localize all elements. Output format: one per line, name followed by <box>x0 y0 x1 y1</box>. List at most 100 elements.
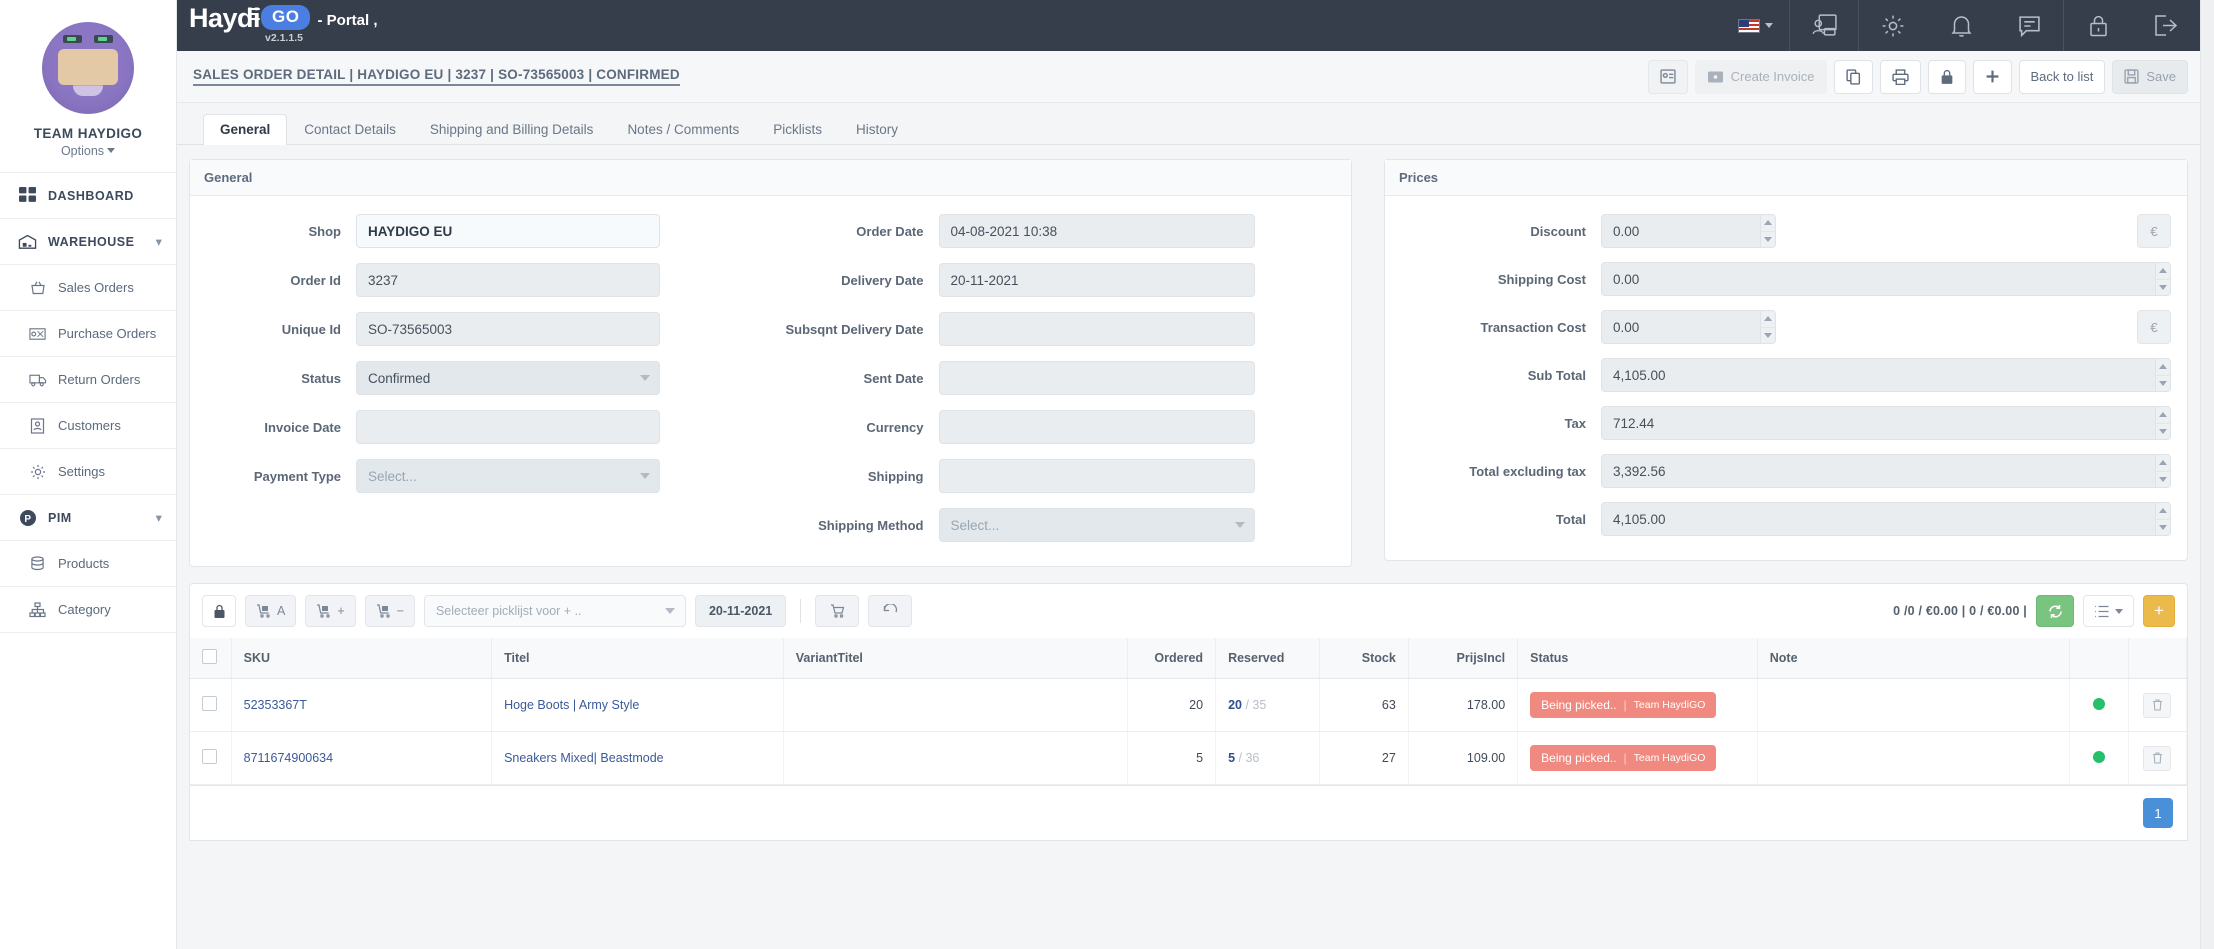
cart-button[interactable] <box>815 595 860 627</box>
lock-button[interactable] <box>1927 59 1966 94</box>
add-line-button[interactable]: + <box>2143 595 2175 627</box>
stepper[interactable] <box>1760 215 1775 247</box>
status-select[interactable] <box>356 361 660 395</box>
sidebar-item-warehouse[interactable]: WAREHOUSE ▾ <box>0 219 176 265</box>
table-row[interactable]: 8711674900634 Sneakers Mixed| Beastmode … <box>190 731 2188 785</box>
col-stock: Stock <box>1319 638 1409 679</box>
status-dot <box>2092 750 2105 763</box>
profile-name: TEAM HAYDIGO <box>33 126 143 141</box>
field-order-date: Order Date <box>771 214 1336 248</box>
price-row-total: Total <box>1401 502 2171 536</box>
select-all-checkbox[interactable] <box>202 649 217 664</box>
tab-shipping-billing-details[interactable]: Shipping and Billing Details <box>413 114 611 145</box>
row-checkbox[interactable] <box>202 696 217 711</box>
stepper[interactable] <box>2155 503 2170 535</box>
save-button[interactable]: Save <box>2112 59 2188 94</box>
shipping-cost-input[interactable] <box>1601 262 2171 296</box>
shop-input[interactable] <box>356 214 660 248</box>
stepper[interactable] <box>1760 311 1775 343</box>
payment-type-select[interactable] <box>356 459 660 493</box>
view-options-button[interactable] <box>2083 595 2134 627</box>
transaction-cost-input[interactable] <box>1601 310 1776 344</box>
print-button[interactable] <box>1879 59 1921 94</box>
tab-notes-comments[interactable]: Notes / Comments <box>610 114 756 145</box>
tab-picklists[interactable]: Picklists <box>756 114 839 145</box>
field-sent-date: Sent Date <box>771 361 1336 395</box>
sidebar-item-dashboard[interactable]: DASHBOARD <box>0 173 176 219</box>
delivery-date-input[interactable] <box>938 263 1255 297</box>
lock-button[interactable] <box>2064 0 2132 51</box>
total-input[interactable] <box>1601 502 2171 536</box>
unique-id-input[interactable] <box>356 312 660 346</box>
messages-button[interactable] <box>1995 0 2063 51</box>
invoice-date-input[interactable] <box>356 410 660 444</box>
sidebar-item-settings[interactable]: Settings <box>0 449 176 495</box>
field-invoice-date: Invoice Date <box>206 410 771 444</box>
table-row[interactable]: 52353367T Hoge Boots | Army Style 20 20 … <box>190 678 2188 732</box>
stepper[interactable] <box>2155 407 2170 439</box>
settings-button[interactable] <box>1859 0 1927 51</box>
row-select-cell <box>190 731 232 785</box>
avatar <box>42 22 134 114</box>
stepper[interactable] <box>2155 263 2170 295</box>
total-excluding-tax-input[interactable] <box>1601 454 2171 488</box>
shipping-input[interactable] <box>938 459 1255 493</box>
sidebar-item-return-orders[interactable]: Return Orders <box>0 357 176 403</box>
sidebar-item-category[interactable]: Category <box>0 587 176 633</box>
sidebar-item-products[interactable]: Products <box>0 541 176 587</box>
delete-row-button[interactable] <box>2143 692 2172 718</box>
copy-button[interactable] <box>1833 59 1873 94</box>
picklist-all-button[interactable]: A <box>245 595 297 627</box>
currency-symbol: € <box>2137 310 2171 344</box>
discount-input[interactable] <box>1601 214 1776 248</box>
notifications-button[interactable] <box>1927 0 1995 51</box>
user-card-button[interactable] <box>1790 0 1858 51</box>
create-invoice-button[interactable]: Create Invoice <box>1694 59 1827 94</box>
field-currency: Currency <box>771 410 1336 444</box>
row-checkbox[interactable] <box>202 749 217 764</box>
tab-general[interactable]: General <box>203 114 288 145</box>
tab-contact-details[interactable]: Contact Details <box>287 114 413 145</box>
order-id-input[interactable] <box>356 263 660 297</box>
picklist-select[interactable]: Selecteer picklijst voor + .. <box>423 595 686 627</box>
delete-row-button[interactable] <box>2143 745 2172 771</box>
tab-history[interactable]: History <box>839 114 915 145</box>
sent-date-input[interactable] <box>938 361 1255 395</box>
cell-stock: 63 <box>1319 678 1409 732</box>
cell-titel[interactable]: Sneakers Mixed| Beastmode <box>491 731 784 785</box>
cell-note[interactable] <box>1757 731 2071 785</box>
save-label: Save <box>2146 69 2176 84</box>
tax-input[interactable] <box>1601 406 2171 440</box>
cell-sku[interactable]: 52353367T <box>231 678 493 732</box>
cell-sku[interactable]: 8711674900634 <box>231 731 493 785</box>
order-date-input[interactable] <box>938 214 1255 248</box>
undo-button[interactable] <box>868 595 913 627</box>
sidebar-item-sales-orders[interactable]: Sales Orders <box>0 265 176 311</box>
sub-total-input[interactable] <box>1601 358 2171 392</box>
language-selector[interactable] <box>1721 0 1789 51</box>
profile-options-button[interactable]: Options <box>0 144 176 158</box>
stepper[interactable] <box>2155 359 2170 391</box>
picklist-add-button[interactable]: + <box>305 595 356 627</box>
picklist-date[interactable]: 20-11-2021 <box>694 595 787 627</box>
add-button[interactable] <box>1972 59 2012 94</box>
sidebar-item-purchase-orders[interactable]: Purchase Orders <box>0 311 176 357</box>
subsqnt-delivery-date-input[interactable] <box>938 312 1255 346</box>
status-team: Team HaydiGO <box>1633 699 1706 711</box>
page-button-1[interactable]: 1 <box>2143 798 2173 828</box>
logout-button[interactable] <box>2132 0 2200 51</box>
stepper[interactable] <box>2155 455 2170 487</box>
lock-toggle-button[interactable] <box>202 595 236 627</box>
back-to-list-button[interactable]: Back to list <box>2018 59 2106 94</box>
cell-titel[interactable]: Hoge Boots | Army Style <box>491 678 784 732</box>
cell-note[interactable] <box>1757 678 2071 732</box>
picklist-remove-button[interactable]: − <box>364 595 415 627</box>
contact-card-button[interactable] <box>1647 59 1688 94</box>
refresh-button[interactable] <box>2036 595 2074 627</box>
field-label: Shop <box>308 223 342 239</box>
shipping-method-select[interactable] <box>938 508 1255 542</box>
currency-input[interactable] <box>938 410 1255 444</box>
sidebar-item-pim[interactable]: P PIM ▾ <box>0 495 176 541</box>
sidebar-item-customers[interactable]: Customers <box>0 403 176 449</box>
us-flag-icon <box>1737 18 1760 33</box>
